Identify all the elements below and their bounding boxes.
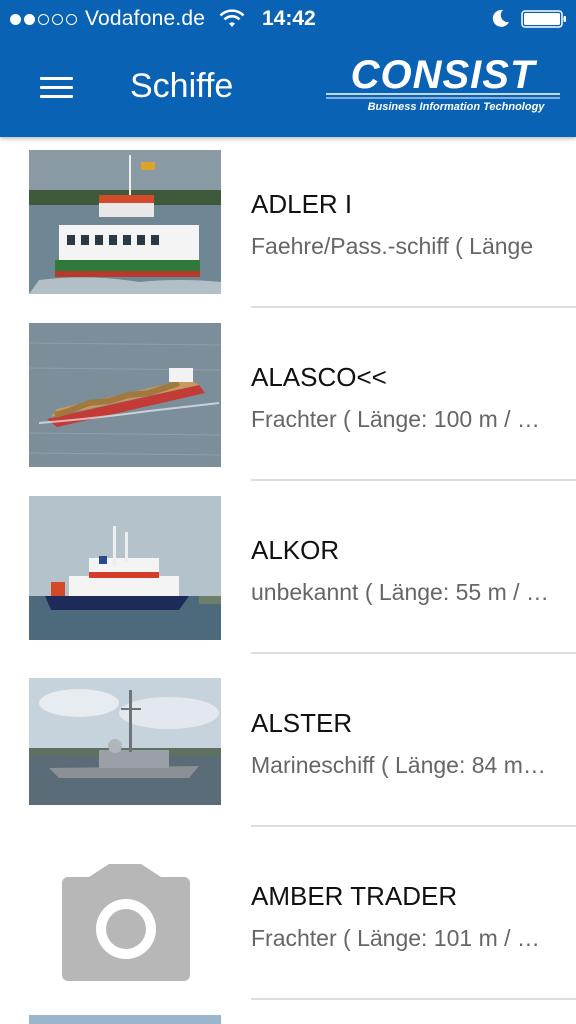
signal-strength-icon	[10, 13, 77, 25]
moon-icon	[492, 9, 509, 27]
list-item[interactable]: ALKOR unbekannt ( Länge: 55 m / Breite	[0, 483, 576, 656]
svg-text:Business Information Technolog: Business Information Technology	[368, 101, 546, 113]
ship-name: ALSTER	[251, 708, 353, 738]
hamburger-menu-icon[interactable]	[38, 74, 74, 102]
ship-description: Frachter ( Länge: 100 m / Breite	[251, 406, 549, 432]
research-vessel-photo	[29, 496, 221, 640]
row-divider	[251, 306, 576, 308]
ferry-photo	[29, 150, 221, 294]
battery-icon	[521, 10, 566, 28]
ship-name: AMBER TRADER	[251, 881, 458, 911]
cargo-barge-photo	[29, 323, 221, 467]
ship-description: Marineschiff ( Länge: 84 m / Breite	[251, 752, 549, 778]
svg-text:CONSIST: CONSIST	[351, 53, 538, 97]
camera-placeholder-icon	[29, 842, 221, 986]
page-title: Schiffe	[130, 67, 234, 105]
row-divider	[251, 479, 576, 481]
ship-photo	[29, 1015, 221, 1024]
top-bar: Vodafone.de 14:42 Schiffe CONSIST Busine…	[0, 0, 576, 137]
status-bar: Vodafone.de 14:42	[0, 0, 576, 38]
list-item[interactable]	[0, 1002, 576, 1024]
ship-name: ALKOR	[251, 535, 340, 565]
consist-logo: CONSIST Business Information Technology	[326, 53, 560, 113]
ship-description: Faehre/Pass.-schiff ( Länge	[251, 233, 534, 259]
ship-description: Frachter ( Länge: 101 m / Breite	[251, 925, 549, 951]
ship-description: unbekannt ( Länge: 55 m / Breite	[251, 579, 549, 605]
app-header: Schiffe CONSIST Business Information Tec…	[0, 38, 576, 137]
status-time: 14:42	[262, 7, 316, 30]
ship-name: ALASCO<<	[251, 362, 387, 392]
row-divider	[251, 998, 576, 1000]
list-item[interactable]: ALASCO<< Frachter ( Länge: 100 m / Breit…	[0, 310, 576, 483]
list-item[interactable]: AMBER TRADER Frachter ( Länge: 101 m / B…	[0, 829, 576, 1002]
ship-name: ADLER I	[251, 189, 353, 219]
row-divider	[251, 825, 576, 827]
carrier-name: Vodafone.de	[85, 7, 206, 30]
wifi-icon	[219, 9, 245, 27]
row-divider	[251, 652, 576, 654]
list-item[interactable]: ADLER I Faehre/Pass.-schiff ( Länge	[0, 137, 576, 310]
navy-ship-photo	[29, 678, 221, 805]
list-item[interactable]: ALSTER Marineschiff ( Länge: 84 m / Brei…	[0, 656, 576, 829]
